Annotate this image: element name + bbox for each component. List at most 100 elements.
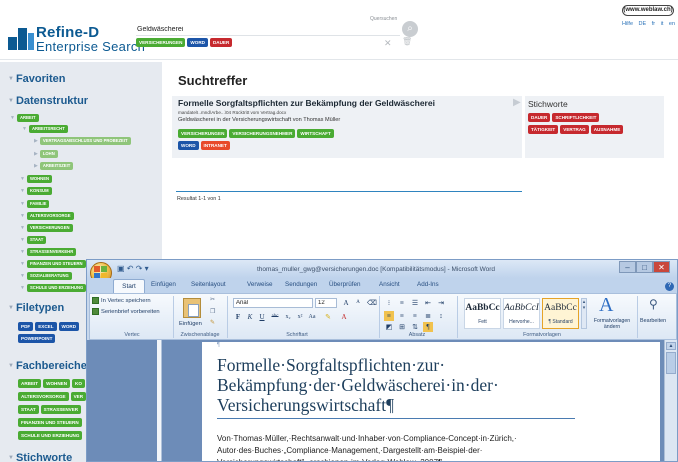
tab-page-layout[interactable]: Seitenlayout bbox=[191, 281, 226, 288]
undo-icon[interactable]: ↶ bbox=[127, 264, 134, 273]
tree-item[interactable]: ▼ VERSICHERUNGEN bbox=[20, 224, 73, 232]
tab-start[interactable]: Start bbox=[113, 279, 145, 293]
keyword-tag[interactable]: VERTRAG bbox=[560, 125, 589, 134]
document-title[interactable]: Formelle·Sorgfaltspflichten·zur· Bekämpf… bbox=[217, 355, 577, 415]
tab-review[interactable]: Überprüfen bbox=[329, 281, 361, 288]
tree-item[interactable]: ▼ FINANZEN UND STEUERN bbox=[20, 260, 86, 268]
increase-indent-icon[interactable]: ⇥ bbox=[436, 298, 446, 308]
category-tag[interactable]: KO bbox=[72, 379, 85, 388]
italic-icon[interactable]: K bbox=[245, 312, 255, 322]
lang-it-link[interactable]: it bbox=[661, 21, 664, 27]
change-styles-button[interactable]: Formatvorlagen ändern bbox=[592, 318, 632, 330]
section-filetypes[interactable]: ▼ Filetypen bbox=[8, 302, 64, 314]
paste-button[interactable]: Einfügen bbox=[179, 321, 202, 327]
tab-mailings[interactable]: Sendungen bbox=[285, 281, 317, 288]
highlight-icon[interactable]: ✎ bbox=[323, 312, 333, 322]
decrease-indent-icon[interactable]: ⇤ bbox=[423, 298, 433, 308]
superscript-icon[interactable]: x² bbox=[295, 312, 305, 322]
style-normal[interactable]: AaBbCc ¶ Standard bbox=[542, 298, 579, 329]
search-tag[interactable]: VERSICHERUNGEN bbox=[136, 38, 186, 47]
filetype-tag[interactable]: WORD bbox=[58, 322, 80, 331]
section-favorites[interactable]: ▼ Favoriten bbox=[8, 73, 65, 85]
search-tag[interactable]: DAUER bbox=[209, 38, 233, 47]
result-tag[interactable]: WIRTSCHAFT bbox=[297, 129, 334, 138]
style-emphasis[interactable]: AaBbCcI Hervorhe... bbox=[503, 298, 540, 329]
section-keywords[interactable]: ▼ Stichworte bbox=[8, 452, 72, 462]
style-bold[interactable]: AaBbCc Fett bbox=[464, 298, 501, 329]
search-input[interactable] bbox=[136, 23, 400, 36]
tree-item[interactable]: ▼ SCHULE UND ERZIEHUNG bbox=[20, 284, 87, 292]
sort-icon[interactable]: ⇅ bbox=[410, 322, 420, 332]
category-tag[interactable]: SCHULE UND ERZIEHUNG bbox=[18, 431, 83, 440]
keyword-tag[interactable]: TÄTIGKEIT bbox=[528, 125, 559, 134]
numbering-icon[interactable]: ≡ bbox=[397, 298, 407, 308]
filetype-tag[interactable]: PDF bbox=[18, 322, 34, 331]
line-spacing-icon[interactable]: ↕ bbox=[436, 311, 446, 321]
clear-search-icon[interactable]: ✕ bbox=[384, 38, 392, 49]
underline-icon[interactable]: U bbox=[257, 312, 267, 322]
clear-format-icon[interactable]: ⌫ bbox=[367, 298, 377, 308]
keyword-tag[interactable]: SCHRIFTLICHKEIT bbox=[552, 113, 600, 122]
align-center-icon[interactable]: ≡ bbox=[397, 311, 407, 321]
category-tag[interactable]: STRASSENVER bbox=[40, 405, 82, 414]
category-tag[interactable]: WOHNEN bbox=[43, 379, 71, 388]
expand-arrow-icon[interactable]: ▶ bbox=[513, 97, 521, 108]
vertec-mailmerge-button[interactable]: Serienbrief vorbereiten bbox=[92, 308, 160, 315]
cut-icon[interactable]: ✂ bbox=[210, 297, 215, 303]
minimize-button[interactable]: – bbox=[619, 261, 636, 273]
maximize-button[interactable]: □ bbox=[636, 261, 653, 273]
bullets-icon[interactable]: ⁝ bbox=[384, 298, 394, 308]
category-tag[interactable]: ARBEIT bbox=[18, 379, 42, 388]
scroll-up-icon[interactable]: ▲ bbox=[666, 342, 676, 350]
find-binoculars-icon[interactable]: ⚲ bbox=[649, 297, 658, 311]
tree-item[interactable]: ▼ STRASSENVERKEHR bbox=[20, 248, 77, 256]
search-icon[interactable]: ⌕ bbox=[402, 21, 418, 37]
result-tag[interactable]: WORD bbox=[178, 141, 199, 150]
qat-customize-icon[interactable]: ▾ bbox=[145, 264, 149, 273]
vertec-save-button[interactable]: In Vertec speichern bbox=[92, 297, 151, 304]
edit-button[interactable]: Bearbeiten bbox=[640, 318, 666, 324]
lang-de-link[interactable]: DE bbox=[639, 21, 647, 27]
shrink-font-icon[interactable]: A bbox=[353, 298, 363, 308]
strikethrough-icon[interactable]: abc bbox=[270, 312, 280, 322]
subscript-icon[interactable]: x₂ bbox=[283, 312, 293, 322]
paste-icon[interactable] bbox=[183, 298, 201, 318]
tree-item[interactable]: ▼ SOZIALBERATUNG bbox=[20, 272, 72, 280]
tree-item[interactable]: ▶ LOHN bbox=[34, 150, 58, 158]
help-link[interactable]: Hilfe bbox=[622, 21, 633, 27]
font-color-icon[interactable]: A bbox=[339, 312, 349, 322]
category-tag[interactable]: ALTERSVORSORGE bbox=[18, 392, 69, 401]
category-tag[interactable]: VER bbox=[70, 392, 87, 401]
tree-item[interactable]: ▼ ARBEIT bbox=[10, 114, 39, 122]
filetype-tag[interactable]: EXCEL bbox=[35, 322, 57, 331]
result-tag[interactable]: VERSICHERUNGSNEHMER bbox=[229, 129, 296, 138]
keyword-tag[interactable]: DAUER bbox=[528, 113, 551, 122]
section-categories[interactable]: ▼ Fachbereiche bbox=[8, 360, 87, 372]
category-tag[interactable]: FINANZEN UND STEUERN bbox=[18, 418, 82, 427]
lang-fr-link[interactable]: fr bbox=[652, 21, 655, 27]
font-name-field[interactable] bbox=[233, 298, 313, 308]
filetype-tag[interactable]: POWERPOINT bbox=[18, 334, 56, 343]
grow-font-icon[interactable]: A bbox=[341, 298, 351, 308]
tree-item[interactable]: ▶ VERTRAGSABSCHLUSS UND PROBEZEIT bbox=[34, 137, 131, 145]
show-marks-icon[interactable]: ¶ bbox=[423, 322, 433, 332]
document-body[interactable]: Von·Thomas·Müller,·Rechtsanwalt·und·Inha… bbox=[217, 433, 577, 461]
borders-icon[interactable]: ⊞ bbox=[397, 322, 407, 332]
lang-en-link[interactable]: en bbox=[669, 21, 675, 27]
copy-icon[interactable]: ❐ bbox=[210, 309, 215, 315]
font-size-field[interactable] bbox=[315, 298, 337, 308]
result-tag[interactable]: INTRANET bbox=[200, 141, 230, 150]
tree-item[interactable]: ▼ KONSUM bbox=[20, 187, 52, 195]
keyword-tag[interactable]: AUSNAHME bbox=[590, 125, 624, 134]
tree-item[interactable]: ▼ ALTERSVORSORGE bbox=[20, 212, 74, 220]
category-tag[interactable]: STAAT bbox=[18, 405, 39, 414]
help-icon[interactable]: ? bbox=[665, 282, 674, 291]
tab-view[interactable]: Ansicht bbox=[379, 281, 400, 288]
redo-icon[interactable]: ↷ bbox=[136, 264, 143, 273]
tab-addins[interactable]: Add-Ins bbox=[417, 281, 439, 288]
tree-item[interactable]: ▼ STAAT bbox=[20, 236, 47, 244]
close-button[interactable]: ✕ bbox=[653, 261, 670, 273]
tree-item[interactable]: ▼ FAMILIE bbox=[20, 200, 50, 208]
change-case-icon[interactable]: Aa bbox=[307, 312, 317, 322]
result-tag[interactable]: VERSICHERUNGEN bbox=[178, 129, 228, 138]
